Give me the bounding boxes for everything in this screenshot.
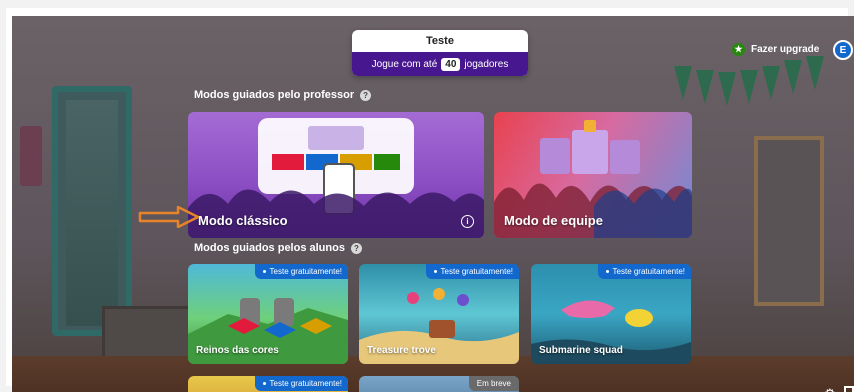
star-icon: ★ [732, 43, 745, 56]
play-suffix: jogadores [464, 58, 509, 70]
treasure-trove-card[interactable]: Teste gratuitamente! Treasure trove [359, 264, 519, 364]
arrow-annotation-icon [138, 206, 200, 228]
student-mode-card[interactable]: Em breve [359, 376, 519, 392]
classic-mode-label: Modo clássico [198, 213, 288, 228]
info-icon[interactable]: i [461, 215, 474, 228]
free-trial-text: Teste gratuitamente! [612, 267, 685, 276]
upgrade-label: Fazer upgrade [751, 44, 820, 55]
classroom-frame-right [754, 136, 824, 306]
submarine-label: Submarine squad [539, 345, 623, 356]
free-trial-text: Teste gratuitamente! [440, 267, 513, 276]
classic-mode-card[interactable]: Modo clássico i [188, 112, 484, 238]
free-trial-badge: Teste gratuitamente! [597, 264, 691, 279]
team-mode-card[interactable]: Modo de equipe [494, 112, 692, 238]
player-limit-banner: Jogue com até 40 jogadores [352, 52, 528, 76]
free-trial-badge: Teste gratuitamente! [254, 376, 348, 391]
upgrade-button[interactable]: ★ Fazer upgrade [732, 43, 819, 56]
team-mode-label: Modo de equipe [504, 213, 603, 228]
classroom-window [52, 86, 132, 336]
play-prefix: Jogue com até [371, 58, 438, 70]
free-trial-badge: Teste gratuitamente! [425, 264, 519, 279]
student-modes-label: Modos guiados pelos alunos [194, 242, 345, 254]
student-modes-title: Modos guiados pelos alunos ? [194, 242, 362, 254]
kingdom-of-colors-card[interactable]: Teste gratuitamente! Reinos das cores [188, 264, 348, 364]
free-trial-text: Teste gratuitamente! [269, 267, 342, 276]
submarine-squad-card[interactable]: Teste gratuitamente! Submarine squad [531, 264, 691, 364]
free-trial-text: Teste gratuitamente! [269, 379, 342, 388]
teacher-modes-label: Modos guiados pelo professor [194, 89, 355, 101]
wall-decoration [20, 126, 42, 186]
kingdom-label: Reinos das cores [196, 345, 279, 356]
treasure-label: Treasure trove [367, 345, 436, 356]
screen-frame: Teste Jogue com até 40 jogadores ★ Fazer… [0, 0, 854, 392]
coming-soon-badge: Em breve [468, 376, 519, 391]
pennant-garland [674, 56, 834, 126]
game-title: Teste [426, 35, 454, 47]
help-icon[interactable]: ? [350, 242, 362, 254]
help-icon[interactable]: ? [360, 89, 372, 101]
game-info-card: Teste Jogue com até 40 jogadores [352, 30, 528, 76]
lobby-stage: Teste Jogue com até 40 jogadores ★ Fazer… [12, 16, 854, 392]
player-count: 40 [441, 57, 461, 71]
teacher-modes-title: Modos guiados pelo professor ? [194, 89, 372, 101]
fullscreen-icon[interactable] [844, 386, 854, 392]
avatar[interactable]: E [833, 40, 853, 60]
free-trial-badge: Teste gratuitamente! [254, 264, 348, 279]
student-mode-card[interactable]: Teste gratuitamente! [188, 376, 348, 392]
gear-icon[interactable]: ⚙ [824, 386, 836, 392]
